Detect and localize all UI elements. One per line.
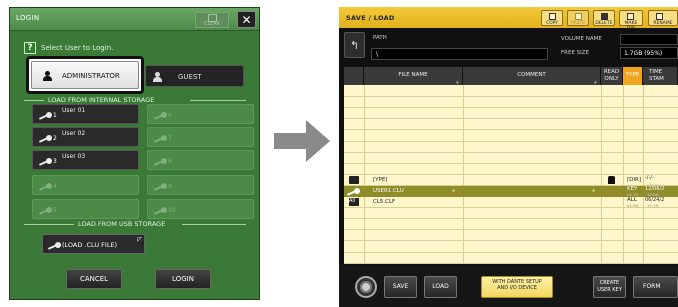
arrow-right-icon	[274, 120, 330, 162]
dante-setup-toggle[interactable]: WITH DANTE SETUP AND I/O DEVICE	[481, 276, 553, 298]
slot-user-name: User 03	[62, 153, 86, 160]
path-label: PATH	[373, 35, 387, 41]
free-size-label: FREE SIZE	[561, 50, 590, 56]
icon-column-header	[344, 67, 364, 85]
format-button[interactable]: FORM	[633, 276, 678, 298]
login-title: LOGIN	[16, 14, 40, 22]
key-icon	[38, 183, 52, 191]
load-clu-file-button[interactable]: (LOAD .CLU FILE) ◸	[42, 234, 145, 254]
login-button[interactable]: LOGIN	[155, 269, 211, 289]
clear-icon	[208, 14, 217, 22]
read-only-header[interactable]: READ ONLY	[601, 67, 623, 85]
user-key-slot-2[interactable]: 2 User 02	[32, 127, 139, 147]
selection-knob[interactable]	[355, 276, 377, 298]
create-user-key-button[interactable]: CREATE USER KEY	[593, 276, 626, 298]
divider	[190, 100, 246, 101]
login-prompt: Select User to Login.	[41, 44, 114, 52]
file-name-cell: [YPE]	[373, 176, 388, 183]
key-icon	[47, 242, 61, 250]
user-key-slot-7: 7	[147, 127, 254, 147]
slot-number: 1	[53, 112, 57, 119]
divider	[24, 224, 74, 225]
volume-name-label: VOLUME NAME	[561, 36, 602, 42]
user-key-slot-6: 6	[147, 104, 254, 124]
slot-user-name: User 02	[62, 130, 86, 137]
person-icon	[153, 72, 162, 82]
user-key-slot-9: 9	[147, 175, 254, 195]
slot-number: 2	[53, 135, 57, 142]
time-stamp-header[interactable]: TIME STAM	[643, 67, 678, 85]
slot-number: 7	[168, 135, 172, 142]
slot-number: 4	[53, 183, 57, 190]
question-icon: ?	[24, 42, 36, 54]
key-icon	[153, 183, 167, 191]
paste-button[interactable]: PASTE	[567, 10, 589, 26]
slot-number: 8	[168, 158, 172, 165]
load-clu-label: (LOAD .CLU FILE)	[62, 241, 118, 249]
file-name-cell: USER1.CLU	[373, 187, 404, 194]
copy-button[interactable]: COPY	[541, 10, 563, 26]
divider	[182, 224, 246, 225]
version-cell: V1.50	[627, 203, 639, 208]
user-key-slot-3[interactable]: 3 User 03	[32, 150, 139, 170]
key-icon	[153, 112, 167, 120]
save-button[interactable]: SAVE	[384, 276, 417, 298]
user-key-slot-5: 5	[32, 199, 139, 219]
slot-number: 5	[53, 207, 57, 214]
edit-marker-icon: ▲	[452, 186, 456, 192]
key-icon	[38, 112, 52, 120]
save-load-titlebar: SAVE / LOAD COPY PASTE DELETE MAKE DIR R…	[339, 7, 678, 31]
slot-number: 6	[168, 112, 172, 119]
user-key-slot-4: 4	[32, 175, 139, 195]
type-header[interactable]: TYPE	[623, 67, 643, 85]
slot-number: 10	[168, 207, 176, 214]
path-field: \	[371, 48, 548, 60]
key-icon	[38, 207, 52, 215]
divider	[24, 100, 44, 101]
guest-button[interactable]: GUEST	[145, 65, 244, 87]
guest-label: GUEST	[178, 73, 202, 81]
timestamp-time-cell: 17:15:	[647, 203, 660, 208]
clear-button[interactable]: CLEAR	[195, 12, 229, 28]
key-icon	[38, 135, 52, 143]
slot-number: 3	[53, 158, 57, 165]
edit-marker-icon: ▲	[592, 186, 596, 192]
slot-number: 9	[168, 183, 172, 190]
user-key-slot-10: 10	[147, 199, 254, 219]
key-icon	[153, 207, 167, 215]
person-icon	[43, 71, 52, 81]
type-cell: [DIR]	[627, 176, 641, 183]
file-list: FILE NAME ▼ COMMENT ▼ READ ONLY TYPE TIME …	[344, 67, 678, 264]
key-icon	[153, 135, 167, 143]
free-size-value: 1.7GB (95%)	[620, 47, 678, 59]
user-key-slot-8: 8	[147, 150, 254, 170]
slot-user-name: User 01	[62, 107, 86, 114]
lock-icon	[608, 175, 615, 184]
administrator-button[interactable]: ADMINISTRATOR	[31, 61, 139, 89]
delete-button[interactable]: DELETE	[593, 10, 615, 26]
make-dir-button[interactable]: MAKE DIR	[619, 10, 643, 31]
load-button[interactable]: LOAD	[424, 276, 457, 298]
user-key-slot-1[interactable]: 1 User 01	[32, 104, 139, 124]
volume-name-field	[620, 34, 678, 45]
comment-header[interactable]: COMMENT ▼	[463, 67, 601, 85]
administrator-label: ADMINISTRATOR	[62, 72, 120, 80]
save-load-window: SAVE / LOAD COPY PASTE DELETE MAKE DIR R…	[339, 7, 678, 307]
close-button[interactable]: ✕	[237, 11, 256, 28]
file-name-cell: CL5.CLF	[373, 199, 396, 205]
rename-button[interactable]: RENAME	[648, 10, 678, 26]
back-button[interactable]: ↰	[344, 32, 365, 58]
usb-storage-heading: LOAD FROM USB STORAGE	[78, 220, 166, 228]
save-load-title: SAVE / LOAD	[346, 14, 395, 22]
login-dialog: LOGIN CLEAR ✕ ? Select User to Login. AD…	[9, 7, 260, 300]
cancel-button[interactable]: CANCEL	[66, 269, 122, 289]
file-name-header[interactable]: FILE NAME ▼	[364, 67, 463, 85]
key-icon	[153, 158, 167, 166]
login-titlebar: LOGIN CLEAR ✕	[10, 8, 259, 31]
internal-storage-heading: LOAD FROM INTERNAL STORAGE	[48, 96, 155, 104]
key-icon	[38, 158, 52, 166]
corner-mark-icon: ◸	[137, 236, 142, 243]
